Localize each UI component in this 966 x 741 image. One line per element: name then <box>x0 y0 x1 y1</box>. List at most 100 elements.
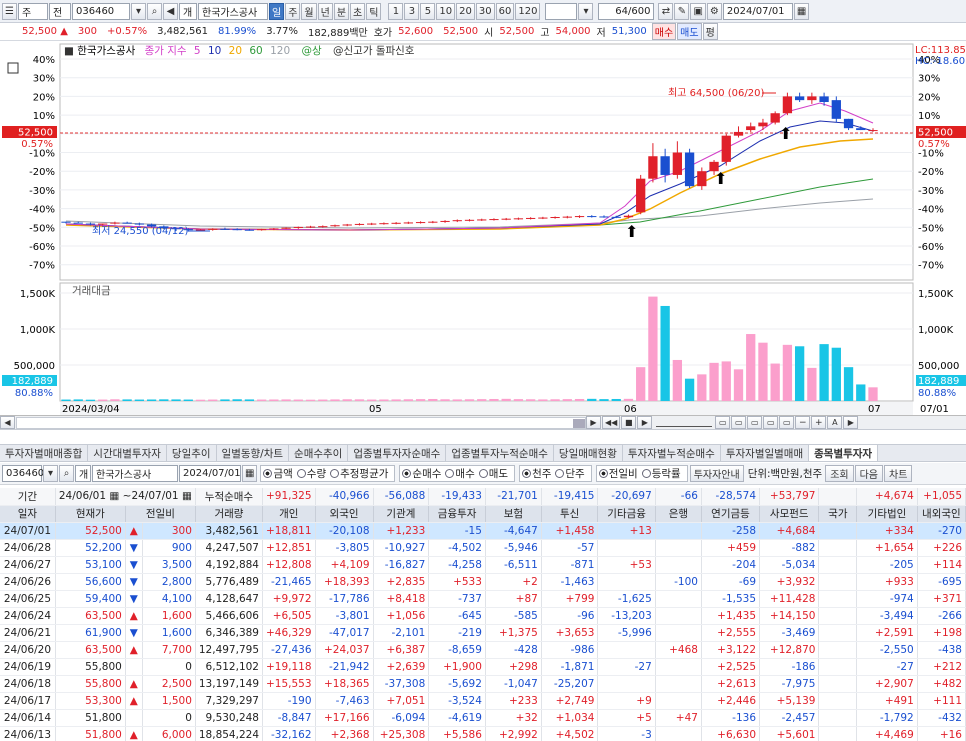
interval-button[interactable]: 3 <box>404 2 420 20</box>
search-icon[interactable]: ⌕ <box>59 465 74 482</box>
price-chart[interactable]: 40%40%30%30%20%20%10%10%0%0%-10%-10%-20%… <box>0 41 966 416</box>
interval-button[interactable]: 20 <box>456 2 475 20</box>
radio-option[interactable]: 매수 <box>445 466 475 481</box>
rewind-icon[interactable]: ◀◀ <box>602 416 621 429</box>
interval-input[interactable] <box>545 2 578 20</box>
radio-option[interactable]: 순매수 <box>402 466 441 481</box>
scroll-thumb[interactable] <box>573 418 585 428</box>
radio-icon[interactable] <box>478 469 488 478</box>
sell-button[interactable]: 매도 <box>677 23 702 40</box>
zoom-out-icon[interactable]: − <box>795 416 811 429</box>
column-header[interactable]: 은행 <box>655 505 702 523</box>
table-row[interactable]: 24/07/01 52,500 ▲ 300 3,482,561 +18,811 -20,10… <box>0 522 966 540</box>
period-range[interactable]: 24/06/01 ▦ ~24/07/01 ▦ <box>55 488 196 506</box>
view-icon[interactable]: ▭ <box>715 416 731 429</box>
radio-option[interactable]: 수량 <box>296 466 326 481</box>
radio-icon[interactable] <box>296 469 306 478</box>
radio-icon[interactable] <box>598 469 608 478</box>
market-select[interactable]: 주 <box>18 2 48 20</box>
table-row[interactable]: 24/06/24 63,500 ▲ 1,600 5,466,606 +6,505 -3,80… <box>0 607 966 625</box>
view-icon[interactable]: ▭ <box>763 416 779 429</box>
forward-icon[interactable]: ▶ <box>637 416 653 429</box>
radio-icon[interactable] <box>402 469 412 478</box>
search-icon[interactable]: ⌕ <box>147 2 162 20</box>
radio-icon[interactable] <box>641 469 651 478</box>
interval-button[interactable]: 60 <box>495 2 515 20</box>
calendar-icon[interactable]: ▦ <box>242 465 258 482</box>
column-header[interactable]: 사모펀드 <box>759 505 820 523</box>
tab[interactable]: 종목별투자자 <box>809 445 879 461</box>
next-button[interactable]: 다음 <box>854 465 883 482</box>
period-button[interactable]: 년 <box>317 2 333 20</box>
zoom-in-icon[interactable]: + <box>811 416 827 429</box>
mode-select[interactable]: 개 <box>179 2 197 20</box>
column-header[interactable]: 기타금융 <box>597 505 656 523</box>
radio-icon[interactable] <box>522 469 532 478</box>
table-row[interactable]: 24/06/14 51,800 0 9,530,248 -8,847 +17,166 -6,… <box>0 709 966 727</box>
lookup-button[interactable]: 조회 <box>825 465 854 482</box>
tab[interactable]: 업종별투자자순매수 <box>348 445 447 461</box>
stop-icon[interactable]: ■ <box>621 416 637 429</box>
investor-guide-button[interactable]: 투자자안내 <box>689 465 744 482</box>
interval-button[interactable]: 30 <box>475 2 495 20</box>
kind-select[interactable]: 전 <box>49 2 71 20</box>
calendar-icon[interactable]: ▦ ~ <box>106 490 131 502</box>
view-icon[interactable]: ▭ <box>747 416 763 429</box>
interval-button[interactable]: 120 <box>515 2 541 20</box>
draw-icon[interactable]: ✎ <box>674 2 690 20</box>
interval-button[interactable]: 10 <box>436 2 456 20</box>
interval-dropdown-icon[interactable]: ▾ <box>578 2 594 20</box>
column-header[interactable]: 보험 <box>485 505 542 523</box>
interval-button[interactable]: 5 <box>420 2 436 20</box>
table-row[interactable]: 24/06/19 55,800 0 6,512,102 +19,118 -21,942 +2… <box>0 658 966 676</box>
radio-option[interactable]: 전일비 <box>598 466 638 481</box>
tab[interactable]: 시간대별투자자 <box>88 445 167 461</box>
radio-option[interactable]: 금액 <box>263 466 293 481</box>
period-to[interactable]: 24/07/01 <box>131 490 178 502</box>
column-header[interactable]: 외국인 <box>315 505 374 523</box>
scroll-right-button[interactable]: ▶ <box>843 416 859 429</box>
tab[interactable]: 당일매매현황 <box>554 445 623 461</box>
save-icon[interactable]: ▣ <box>690 2 706 20</box>
font-icon[interactable]: A <box>827 416 843 429</box>
period-from[interactable]: 24/06/01 <box>59 490 106 502</box>
column-header[interactable]: 내외국인 <box>917 505 966 523</box>
tab[interactable]: 투자자별매매종합 <box>0 445 89 461</box>
date-input[interactable]: 2024/07/01 <box>179 465 241 482</box>
table-row[interactable]: 24/06/18 55,800 ▲ 2,500 13,197,149 +15,553 +18… <box>0 675 966 693</box>
period-button[interactable]: 월 <box>301 2 317 20</box>
table-row[interactable]: 24/06/28 52,200 ▼ 900 4,247,507 +12,851 -3,805… <box>0 539 966 557</box>
radio-option[interactable]: 천주 <box>522 466 551 481</box>
table-row[interactable]: 24/06/27 53,100 ▼ 3,500 4,192,884 +12,808 +4,1… <box>0 556 966 574</box>
radio-icon[interactable] <box>555 469 565 478</box>
tab[interactable]: 투자자별누적순매수 <box>623 445 721 461</box>
eval-button[interactable]: 평 <box>702 23 718 40</box>
buy-button[interactable]: 매수 <box>651 23 677 40</box>
chain-icon[interactable]: ⇄ <box>658 2 674 20</box>
radio-option[interactable]: 추정평균가 <box>330 466 388 481</box>
chart-svg[interactable]: 40%40%30%30%20%20%10%10%0%0%-10%-10%-20%… <box>0 41 966 416</box>
period-button[interactable]: 주 <box>285 2 301 20</box>
column-header[interactable]: 연기금등 <box>701 505 761 523</box>
radio-icon[interactable] <box>330 469 340 478</box>
code-dropdown-icon[interactable]: ▾ <box>43 465 58 482</box>
radio-icon[interactable] <box>445 469 455 478</box>
column-header[interactable]: 전일비 <box>125 505 196 523</box>
tab[interactable]: 당일추이 <box>167 445 217 461</box>
table-toggle-icon[interactable] <box>7 62 19 74</box>
interval-button[interactable]: 1 <box>388 2 404 20</box>
table-row[interactable]: 24/06/17 53,300 ▲ 1,500 7,329,297 -190 -7,463 +… <box>0 692 966 710</box>
mode-field[interactable]: 개 <box>75 465 91 482</box>
scroll-left-button[interactable]: ◀ <box>0 416 15 429</box>
code-input[interactable]: 036460 <box>2 465 44 482</box>
zoom-slider[interactable] <box>656 419 713 427</box>
period-button[interactable]: 초 <box>350 2 366 20</box>
column-header[interactable]: 거래량 <box>195 505 264 523</box>
column-header[interactable]: 기관계 <box>373 505 430 523</box>
column-header[interactable]: 국가 <box>818 505 858 523</box>
table-row[interactable]: 24/06/13 51,800 ▲ 6,000 18,854,224 -32,162 +2,… <box>0 726 966 741</box>
radio-option[interactable]: 등락률 <box>641 466 681 481</box>
count-input[interactable]: 64/600 <box>598 2 655 20</box>
code-dropdown-icon[interactable]: ▾ <box>131 2 146 20</box>
chart-scrollbar[interactable] <box>16 416 586 429</box>
